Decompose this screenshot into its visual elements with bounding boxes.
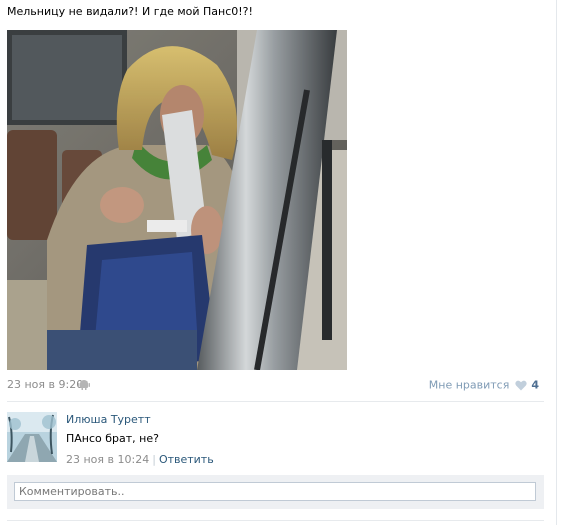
reply-area: Комментировать..	[7, 475, 544, 509]
comment-meta: 23 ноя в 10:24 | Ответить	[66, 453, 214, 466]
post-meta: 23 ноя в 9:20 Мне нравится 4	[7, 378, 539, 392]
heart-icon	[515, 380, 527, 390]
comment-separator: |	[152, 453, 156, 466]
like-label: Мне нравится	[428, 378, 510, 392]
post-date[interactable]: 23 ноя в 9:20	[7, 378, 83, 391]
like-button[interactable]: Мне нравится 4	[429, 378, 539, 392]
page-right-border	[556, 0, 557, 525]
comment-avatar[interactable]	[7, 412, 57, 462]
post-text: Мельницу не видали?! И где мой Панс0!?!	[7, 5, 253, 18]
comment-input[interactable]: Комментировать..	[14, 482, 536, 501]
comment-date[interactable]: 23 ноя в 10:24	[66, 453, 149, 466]
bottom-divider	[7, 520, 544, 521]
android-icon	[78, 380, 90, 390]
post-photo[interactable]	[7, 30, 347, 370]
reply-link[interactable]: Ответить	[159, 453, 214, 466]
like-count: 4	[531, 378, 539, 392]
comments-divider	[7, 401, 544, 402]
comment-text: ПАнсо брат, не?	[66, 432, 159, 445]
comment-author[interactable]: Илюша Туретт	[66, 413, 151, 426]
